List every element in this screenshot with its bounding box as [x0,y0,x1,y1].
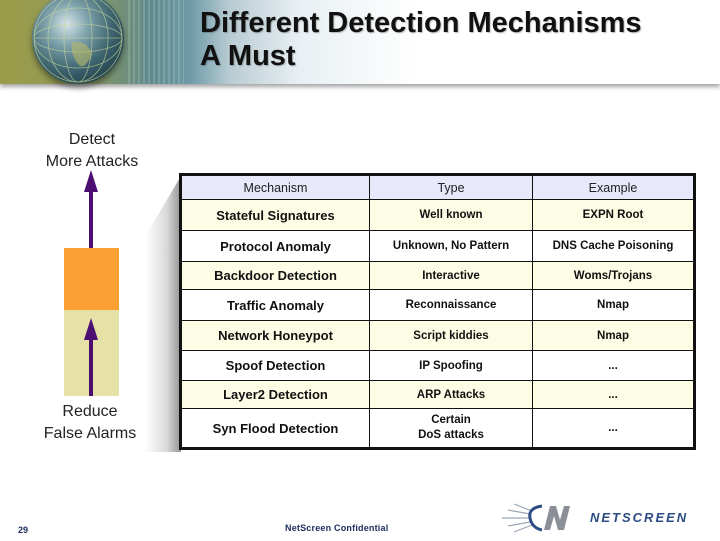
cell-type: IP Spoofing [369,350,533,381]
data-strip-decoration [128,0,184,84]
cell-mechanism: Backdoor Detection [180,261,370,290]
cell-example: ... [532,380,695,409]
header-banner: Different Detection Mechanisms A Must [0,0,720,84]
table-row: Backdoor Detection Interactive Woms/Troj… [180,261,695,290]
orange-block [64,248,119,310]
header-example: Example [532,174,695,200]
cell-type: Reconnaissance [369,289,533,321]
detection-mechanisms-table: Mechanism Type Example Stateful Signatur… [179,173,696,450]
table-row: Protocol Anomaly Unknown, No Pattern DNS… [180,230,695,262]
table-row: Stateful Signatures Well known EXPN Root [180,199,695,231]
detect-more-attacks-label: Detect More Attacks [45,131,139,170]
up-arrow-bottom-icon [84,318,98,396]
globe-image [32,0,124,84]
header-type: Type [369,174,533,200]
cell-type: Well known [369,199,533,231]
cell-mechanism: Stateful Signatures [180,199,370,231]
netscreen-logo-icon [502,503,570,533]
cell-example: Nmap [532,320,695,351]
slide-title: Different Detection Mechanisms A Must [200,7,642,72]
cell-mechanism: Traffic Anomaly [180,289,370,321]
page-number: 29 [18,525,29,535]
cell-type: Certain DoS attacks [369,408,533,449]
table-row: Syn Flood Detection Certain DoS attacks … [180,408,695,449]
cell-example: DNS Cache Poisoning [532,230,695,262]
cell-mechanism: Protocol Anomaly [180,230,370,262]
up-arrow-top-icon [84,170,98,248]
cell-mechanism: Network Honeypot [180,320,370,351]
header-mechanism: Mechanism [180,174,370,200]
confidential-notice: NetScreen Confidential [285,523,389,533]
cell-type: ARP Attacks [369,380,533,409]
cell-mechanism: Syn Flood Detection [180,408,370,449]
cell-type: Script kiddies [369,320,533,351]
netscreen-logo-text: NETSCREEN [590,510,689,525]
cell-example: EXPN Root [532,199,695,231]
reduce-false-alarms-label: Reduce False Alarms [43,403,137,442]
table-shadow-wedge [145,176,181,452]
cell-example: Nmap [532,289,695,321]
table-header-row: Mechanism Type Example [180,174,695,200]
cell-mechanism: Spoof Detection [180,350,370,381]
cell-type: Unknown, No Pattern [369,230,533,262]
table-row: Network Honeypot Script kiddies Nmap [180,320,695,351]
table-row: Spoof Detection IP Spoofing ... [180,350,695,381]
table-row: Layer2 Detection ARP Attacks ... [180,380,695,409]
netscreen-logo: NETSCREEN [500,500,710,536]
cell-example: ... [532,350,695,381]
table-row: Traffic Anomaly Reconnaissance Nmap [180,289,695,321]
cell-example: Woms/Trojans [532,261,695,290]
cell-example: ... [532,408,695,449]
cell-type: Interactive [369,261,533,290]
cell-mechanism: Layer2 Detection [180,380,370,409]
